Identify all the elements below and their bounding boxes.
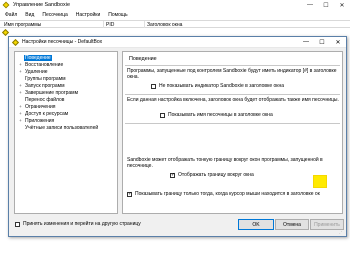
- cancel-button[interactable]: Отмена: [275, 219, 309, 230]
- border-color-swatch[interactable]: [313, 175, 327, 188]
- expand-icon[interactable]: +: [18, 90, 23, 95]
- tree-item-file-migration[interactable]: Перенос файлов: [15, 96, 115, 103]
- expand-icon[interactable]: +: [18, 111, 23, 116]
- tree-item-label: Запуск программ: [25, 82, 65, 89]
- minimize-button[interactable]: —: [302, 0, 318, 10]
- dialog-maximize-button[interactable]: ☐: [314, 37, 330, 47]
- menu-file[interactable]: Файл: [5, 12, 17, 18]
- tree-item-behavior[interactable]: Поведение: [15, 54, 115, 61]
- tree-item-recovery[interactable]: + Восстановление: [15, 61, 115, 68]
- column-divider[interactable]: [144, 21, 145, 28]
- menu-bar: Файл Вид Песочница Настройки Помощь: [0, 10, 350, 19]
- checkbox-box[interactable]: [151, 83, 156, 89]
- show-boxname-checkbox[interactable]: Показывать имя песочницы в заголовке окн…: [160, 112, 273, 118]
- list-column-header: Имя программы PID Заголовок окна: [0, 20, 350, 28]
- dialog-close-button[interactable]: ✕: [330, 37, 346, 47]
- border-titlebar-only-checkbox[interactable]: Показывать границу только тогда, когда к…: [127, 191, 320, 197]
- ok-button[interactable]: OK: [238, 219, 274, 230]
- column-divider[interactable]: [103, 21, 104, 28]
- tree-item-label: Поведение: [24, 54, 52, 61]
- menu-settings[interactable]: Настройки: [76, 12, 101, 18]
- tree-item-label: Группы программ: [25, 75, 66, 82]
- indicator-description: Программы, запущенные под контролем Sand…: [127, 68, 337, 80]
- checkbox-label: Отображать границу вокруг окна: [178, 172, 254, 178]
- boxname-description: Если данная настройка включена, заголово…: [127, 97, 339, 103]
- tree-item-program-stop[interactable]: + Завершение программ: [15, 89, 115, 96]
- tree-item-user-accounts[interactable]: Учётные записи пользователей: [15, 124, 115, 131]
- checkbox-label: Показывать имя песочницы в заголовке окн…: [168, 112, 273, 118]
- panel-header: Поведение: [129, 56, 157, 62]
- dialog-title: Настройки песочницы - DefaultBox: [22, 39, 103, 45]
- apply-on-page-change-checkbox[interactable]: Принять изменения и перейти на другую ст…: [15, 221, 141, 227]
- tree-item-label: Ограничения: [25, 103, 56, 110]
- sandbox-settings-dialog: Настройки песочницы - DefaultBox — ☐ ✕ П…: [8, 36, 347, 237]
- tree-item-restrictions[interactable]: + Ограничения: [15, 103, 115, 110]
- expand-icon[interactable]: +: [18, 62, 23, 67]
- sandboxie-logo-icon: [2, 1, 10, 9]
- settings-tree: Поведение + Восстановление + Удаление Гр…: [14, 51, 118, 214]
- menu-view[interactable]: Вид: [25, 12, 34, 18]
- tree-item-applications[interactable]: + Приложения: [15, 117, 115, 124]
- tree-item-program-start[interactable]: + Запуск программ: [15, 82, 115, 89]
- checkbox-box[interactable]: [127, 191, 132, 197]
- app-title: Управление Sandboxie: [13, 2, 70, 8]
- divider: [125, 65, 340, 66]
- tree-item-label: Завершение программ: [25, 89, 79, 96]
- checkbox-box[interactable]: [160, 112, 165, 118]
- tree-item-program-groups[interactable]: Группы программ: [15, 75, 115, 82]
- checkbox-label: Принять изменения и перейти на другую ст…: [23, 221, 141, 227]
- menu-sandbox[interactable]: Песочница: [42, 12, 67, 18]
- resize-grip-icon[interactable]: ⋰: [339, 229, 345, 235]
- expand-icon[interactable]: +: [18, 104, 23, 109]
- tree-item-resource-access[interactable]: + Доступ к ресурсам: [15, 110, 115, 117]
- dialog-title-bar: Настройки песочницы - DefaultBox — ☐ ✕: [9, 37, 346, 48]
- behavior-panel: Поведение Программы, запущенные под конт…: [122, 51, 343, 214]
- border-description: Sandboxie может отображать тонкую границ…: [127, 157, 323, 169]
- tree-item-delete[interactable]: + Удаление: [15, 68, 115, 75]
- expand-icon[interactable]: +: [18, 69, 23, 74]
- sandboxie-logo-icon: [11, 38, 20, 46]
- checkbox-box[interactable]: [170, 172, 175, 178]
- tree-item-label: Восстановление: [25, 61, 64, 68]
- close-button[interactable]: ✕: [334, 0, 350, 10]
- checkbox-label: Показывать границу только тогда, когда к…: [135, 191, 320, 197]
- checkbox-label: Не показывать индикатор Sandboxie в заго…: [159, 83, 285, 89]
- tree-item-label: Удаление: [25, 68, 48, 75]
- checkbox-box[interactable]: [15, 221, 20, 227]
- tree-item-label: Учётные записи пользователей: [25, 124, 99, 131]
- show-border-checkbox[interactable]: Отображать границу вокруг окна: [170, 172, 254, 178]
- dialog-minimize-button[interactable]: —: [298, 37, 314, 47]
- expand-icon[interactable]: +: [18, 118, 23, 123]
- menu-help[interactable]: Помощь: [108, 12, 127, 18]
- tree-item-label: Приложения: [25, 117, 55, 124]
- divider: [125, 123, 340, 124]
- maximize-button[interactable]: ☐: [318, 0, 334, 10]
- hide-indicator-checkbox[interactable]: Не показывать индикатор Sandboxie в заго…: [151, 83, 284, 89]
- expand-icon[interactable]: +: [18, 83, 23, 88]
- app-title-bar: Управление Sandboxie — ☐ ✕: [0, 0, 350, 10]
- tree-item-label: Перенос файлов: [25, 96, 65, 103]
- tree-item-label: Доступ к ресурсам: [25, 110, 69, 117]
- divider: [125, 94, 340, 95]
